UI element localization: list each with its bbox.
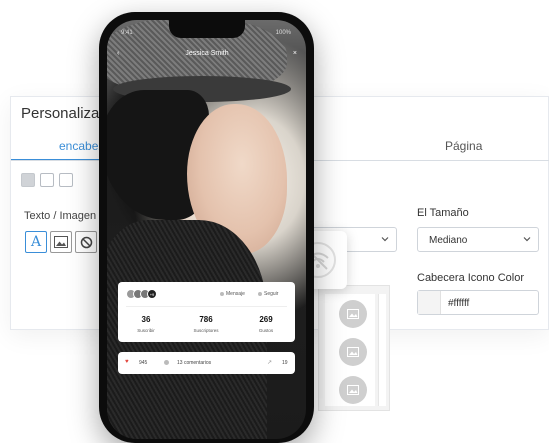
stat-value: 36 — [141, 315, 151, 324]
image-placeholder-icon[interactable] — [339, 300, 367, 328]
size-select[interactable]: Mediano — [417, 227, 539, 252]
stat-value: 269 — [259, 315, 273, 324]
text-image-toggle: A — [25, 231, 97, 253]
style-options — [21, 173, 73, 187]
text-mode-button[interactable]: A — [25, 231, 47, 253]
status-bar: 9:41 100% — [121, 30, 291, 36]
image-placeholder-icon[interactable] — [339, 376, 367, 404]
follower-avatars[interactable]: +9 — [126, 289, 157, 299]
text-icon: A — [30, 234, 42, 250]
chevron-down-icon — [381, 237, 389, 242]
likes-count: 945 — [139, 360, 148, 366]
stat-subscribe: 36 Suscribir — [120, 315, 172, 333]
profile-stats-card: +9 Mensaje Seguir 36 Suscribir 786 Suscr… — [118, 282, 295, 342]
image-icon — [54, 236, 68, 248]
heart-icon[interactable]: ♥ — [125, 359, 129, 365]
size-label: El Tamaño — [417, 207, 469, 219]
card-divider — [126, 306, 287, 307]
follow-icon — [258, 291, 262, 296]
profile-name: Jessica Smith — [185, 50, 229, 57]
style-option-1[interactable] — [21, 173, 35, 187]
phone-mockup: 9:41 100% ‹ Jessica Smith × +9 Mensaje S… — [99, 12, 314, 443]
image-icon — [347, 347, 359, 357]
phone-screen: 9:41 100% ‹ Jessica Smith × +9 Mensaje S… — [107, 20, 306, 439]
style-option-3[interactable] — [59, 173, 73, 187]
icon-list-body — [325, 294, 375, 406]
message-label: Mensaje — [226, 291, 245, 297]
follow-button[interactable]: Seguir — [258, 291, 278, 297]
no-icon-button[interactable] — [75, 231, 97, 253]
size-select-value: Mediano — [429, 235, 468, 246]
image-icon — [347, 309, 359, 319]
stat-label: Suscriptores — [193, 328, 219, 333]
profile-topbar: ‹ Jessica Smith × — [117, 50, 297, 62]
header-icon-color-input[interactable]: #ffffff — [417, 290, 539, 315]
status-time: 9:41 — [121, 30, 133, 36]
image-mode-button[interactable] — [50, 231, 72, 253]
stat-value: 786 — [199, 315, 213, 324]
message-icon — [220, 291, 224, 296]
stat-label: Gustos — [258, 328, 274, 333]
shares-count: 19 — [282, 360, 288, 366]
share-icon[interactable]: ↗ — [267, 359, 272, 366]
floating-icon-list — [318, 285, 390, 411]
stat-likes: 269 Gustos — [240, 315, 292, 333]
image-icon — [347, 385, 359, 395]
block-icon — [80, 236, 92, 248]
header-icon-color-label: Cabecera Icono Color — [417, 272, 525, 284]
tab-page[interactable]: Página — [445, 139, 482, 153]
image-placeholder-icon[interactable] — [339, 338, 367, 366]
comments-count[interactable]: 13 comentarios — [177, 360, 211, 366]
avatar-more: +9 — [147, 289, 157, 299]
stat-label: Suscribir — [137, 328, 155, 333]
color-value: #ffffff — [448, 298, 470, 309]
color-swatch[interactable] — [418, 291, 441, 314]
screenshot-stage: Personaliza fr encabez Página Texto / Im… — [0, 0, 549, 443]
scrollbar[interactable] — [378, 294, 386, 406]
message-button[interactable]: Mensaje — [220, 291, 245, 297]
text-image-label: Texto / Imagen — [24, 210, 97, 222]
close-icon[interactable]: × — [293, 50, 297, 57]
engagement-bar: ♥ 945 13 comentarios ↗ 19 — [118, 352, 295, 374]
status-battery: 100% — [275, 30, 291, 36]
stat-subscribers: 786 Suscriptores — [180, 315, 232, 333]
chevron-down-icon — [523, 237, 531, 242]
tab-header[interactable]: encabez — [59, 139, 104, 153]
style-option-2[interactable] — [40, 173, 54, 187]
follow-label: Seguir — [264, 291, 279, 297]
comment-icon[interactable] — [164, 360, 169, 365]
